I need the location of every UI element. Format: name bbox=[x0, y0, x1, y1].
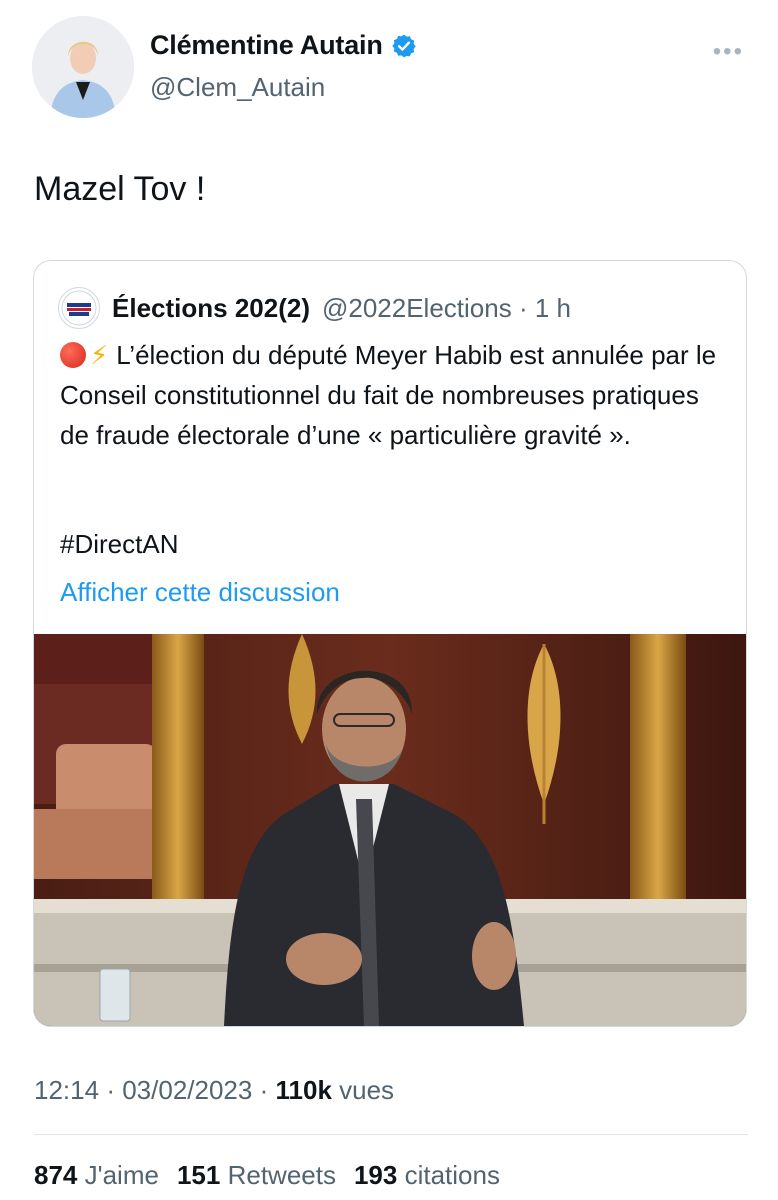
engagement-stats: 874 J'aime 151 Retweets 193 citations bbox=[34, 1160, 500, 1191]
meta-separator-1: · bbox=[106, 1075, 115, 1105]
retweets-label: Retweets bbox=[227, 1160, 336, 1190]
quoted-avatar[interactable] bbox=[58, 287, 100, 329]
quoted-text-block: ⚡ L’élection du député Meyer Habib est an… bbox=[60, 335, 720, 455]
views-label: vues bbox=[339, 1075, 395, 1105]
high-voltage-icon: ⚡ bbox=[90, 340, 109, 370]
retweets-count: 151 bbox=[176, 1160, 221, 1190]
tweet-meta: 12:14 · 03/02/2023 · 110k vues bbox=[34, 1075, 394, 1106]
retweets-stat[interactable]: 151 Retweets bbox=[177, 1160, 336, 1190]
tweet-date[interactable]: 03/02/2023 bbox=[122, 1075, 252, 1105]
more-options-icon[interactable]: ••• bbox=[713, 38, 744, 66]
quoted-hashtag[interactable]: #DirectAN bbox=[60, 529, 178, 560]
author-avatar[interactable] bbox=[32, 16, 134, 118]
quoted-text: L’élection du député Meyer Habib est ann… bbox=[60, 340, 717, 450]
quoted-author-name[interactable]: Élections 202(2) bbox=[112, 293, 310, 324]
elections-logo-icon bbox=[61, 290, 97, 326]
quotes-label: citations bbox=[404, 1160, 500, 1190]
author-name[interactable]: Clémentine Autain bbox=[150, 30, 383, 61]
divider bbox=[34, 1134, 748, 1135]
views-count: 110k bbox=[275, 1075, 332, 1105]
quotes-count: 193 bbox=[353, 1160, 398, 1190]
likes-stat[interactable]: 874 J'aime bbox=[34, 1160, 159, 1190]
author-avatar-image bbox=[32, 16, 134, 118]
author-handle[interactable]: @Clem_Autain bbox=[150, 72, 325, 103]
quoted-time[interactable]: 1 h bbox=[535, 293, 571, 323]
quoted-tweet[interactable]: Élections 202(2) @2022Elections · 1 h ⚡ L… bbox=[33, 260, 747, 1027]
show-thread-link[interactable]: Afficher cette discussion bbox=[60, 577, 340, 608]
quoted-author-handle[interactable]: @2022Elections bbox=[322, 293, 512, 323]
meta-separator-2: · bbox=[259, 1075, 269, 1105]
verified-badge-icon bbox=[391, 34, 416, 57]
red-circle-icon bbox=[60, 342, 86, 368]
likes-count: 874 bbox=[34, 1160, 78, 1190]
quoted-tweet-photo[interactable] bbox=[34, 634, 746, 1026]
quotes-stat[interactable]: 193 citations bbox=[354, 1160, 500, 1190]
quoted-separator: · bbox=[518, 292, 528, 323]
likes-label: J'aime bbox=[84, 1160, 159, 1190]
tweet-text: Mazel Tov ! bbox=[34, 170, 206, 208]
tweet-time[interactable]: 12:14 bbox=[34, 1075, 99, 1105]
